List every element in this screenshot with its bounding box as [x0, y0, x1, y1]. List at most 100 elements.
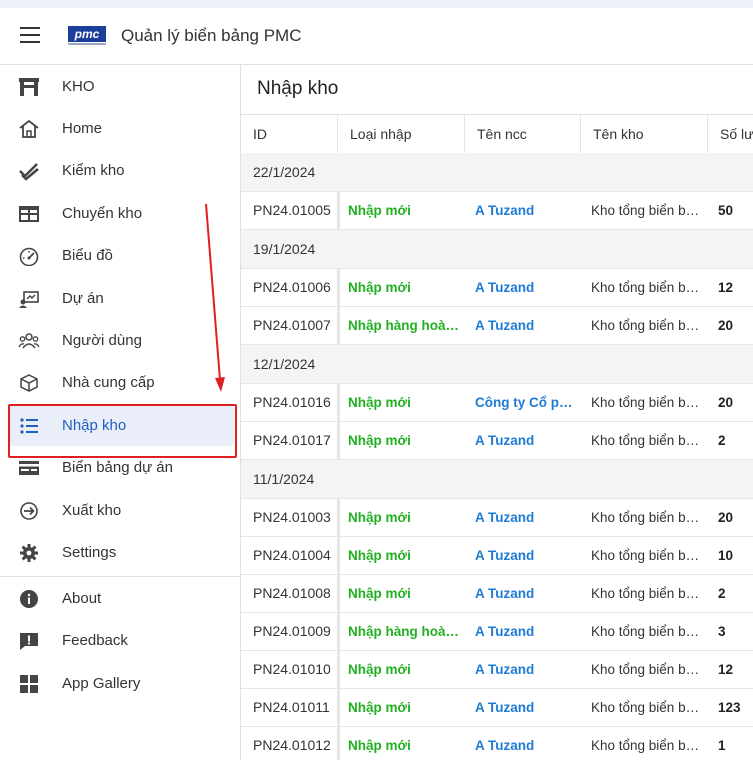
project-icon	[19, 291, 39, 308]
cell-loai-nhap: Nhập mới	[348, 662, 411, 677]
cell-ten-kho: Kho tổng biển bả...	[591, 318, 701, 333]
cell-so-luong: 20	[718, 395, 734, 410]
cell-id: PN24.01016	[253, 394, 331, 410]
table-body: 22/1/2024 PN24.01005 Nhập mới A Tuzand Kho t…	[241, 153, 753, 760]
sidebar-item-label: Home	[62, 120, 103, 137]
sidebar-item-label: Kiểm kho	[62, 162, 125, 179]
list-icon	[20, 418, 38, 434]
table-row[interactable]: PN24.01004 Nhập mới A Tuzand Kho tổng biển …	[241, 537, 753, 575]
info-icon	[20, 590, 38, 608]
sidebar-item-about[interactable]: About	[0, 579, 240, 619]
sidebar-item-app-gallery[interactable]: App Gallery	[0, 664, 240, 704]
column-header-loai-nhap[interactable]: Loại nhập	[337, 115, 464, 153]
cell-ten-ncc: A Tuzand	[475, 624, 535, 639]
cell-so-luong: 2	[718, 586, 726, 601]
cell-loai-nhap: Nhập mới	[348, 203, 411, 218]
cell-loai-nhap: Nhập mới	[348, 548, 411, 563]
sidebar-item-feedback[interactable]: Feedback	[0, 621, 240, 661]
cell-loai-nhap: Nhập hàng hoàn t...	[348, 318, 462, 333]
main-content: Nhập kho ID Loại nhập Tên ncc Tên kho Số…	[241, 65, 753, 760]
sidebar-item-chuyen-kho[interactable]: Chuyển kho	[0, 194, 240, 234]
sidebar-item-xuat-kho[interactable]: Xuất kho	[0, 491, 240, 531]
table-row[interactable]: PN24.01009 Nhập hàng hoàn t... A Tuzand Kho…	[241, 613, 753, 651]
sidebar-item-label: Settings	[62, 544, 117, 561]
cell-ten-kho: Kho tổng biển bả...	[591, 700, 701, 715]
cell-id: PN24.01009	[253, 623, 331, 639]
group-row-date[interactable]: 12/1/2024	[241, 345, 753, 384]
sidebar-item-kiem-kho[interactable]: Kiểm kho	[0, 151, 240, 191]
sidebar-item-bien-bang-du-an[interactable]: Biển bảng dự án	[0, 448, 240, 488]
grid-icon	[20, 675, 38, 693]
cell-so-luong: 123	[718, 700, 741, 715]
cell-id: PN24.01003	[253, 509, 331, 525]
table-row[interactable]: PN24.01008 Nhập mới A Tuzand Kho tổng biển …	[241, 575, 753, 613]
table-row[interactable]: PN24.01003 Nhập mới A Tuzand Kho tổng biển …	[241, 499, 753, 537]
cell-so-luong: 20	[718, 318, 734, 333]
sidebar-item-label: Biển bảng dự án	[62, 459, 173, 476]
column-header-id[interactable]: ID	[241, 115, 337, 153]
cell-loai-nhap: Nhập mới	[348, 738, 411, 753]
cell-loai-nhap: Nhập mới	[348, 280, 411, 295]
cell-loai-nhap: Nhập hàng hoàn t...	[348, 624, 462, 639]
sidebar-item-label: KHO	[62, 78, 95, 95]
sidebar-divider	[0, 576, 240, 577]
sidebar-item-du-an[interactable]: Dự án	[0, 279, 240, 319]
double-check-icon	[19, 163, 39, 181]
cell-ten-ncc: A Tuzand	[475, 318, 535, 333]
gear-icon	[20, 544, 38, 562]
cell-ten-ncc: A Tuzand	[475, 586, 535, 601]
table-row[interactable]: PN24.01012 Nhập mới A Tuzand Kho tổng biển …	[241, 727, 753, 760]
app-title: Quản lý biển bảng PMC	[121, 26, 302, 45]
sidebar-item-label: App Gallery	[62, 675, 141, 692]
sidebar-item-label: Nhà cung cấp	[62, 374, 155, 391]
table-row[interactable]: PN24.01017 Nhập mới A Tuzand Kho tổng biển …	[241, 422, 753, 460]
cell-so-luong: 50	[718, 203, 734, 218]
cell-id: PN24.01007	[253, 317, 331, 333]
warehouse-icon	[19, 78, 39, 96]
gauge-icon	[19, 247, 39, 266]
column-header-ten-kho[interactable]: Tên kho	[580, 115, 707, 153]
group-row-date[interactable]: 22/1/2024	[241, 153, 753, 192]
cell-ten-ncc: A Tuzand	[475, 203, 535, 218]
table-row[interactable]: PN24.01010 Nhập mới A Tuzand Kho tổng biển …	[241, 651, 753, 689]
top-strip	[0, 0, 753, 8]
users-icon	[18, 333, 40, 349]
cell-so-luong: 12	[718, 662, 734, 677]
sidebar-item-nhap-kho[interactable]: Nhập kho	[0, 406, 240, 446]
table-row[interactable]: PN24.01007 Nhập hàng hoàn t... A Tuzand Kho…	[241, 307, 753, 345]
hamburger-menu-icon[interactable]	[20, 27, 40, 43]
box-icon	[20, 374, 38, 392]
cell-ten-kho: Kho tổng biển bả...	[591, 662, 701, 677]
cell-id: PN24.01005	[253, 202, 331, 218]
cell-ten-ncc: A Tuzand	[475, 280, 535, 295]
sidebar-item-settings[interactable]: Settings	[0, 533, 240, 573]
table-icon	[19, 206, 39, 222]
sidebar-item-home[interactable]: Home	[0, 109, 240, 149]
cell-ten-kho: Kho tổng biển bả...	[591, 203, 701, 218]
cell-ten-kho: Kho tổng biển bả...	[591, 433, 701, 448]
sidebar-item-nguoi-dung[interactable]: Người dùng	[0, 321, 240, 361]
cell-id: PN24.01012	[253, 737, 331, 753]
cell-so-luong: 1	[718, 738, 726, 753]
table-row[interactable]: PN24.01006 Nhập mới A Tuzand Kho tổng biển …	[241, 269, 753, 307]
cell-loai-nhap: Nhập mới	[348, 395, 411, 410]
sidebar-item-label: About	[62, 590, 102, 607]
table-row[interactable]: PN24.01011 Nhập mới A Tuzand Kho tổng biển …	[241, 689, 753, 727]
table-header: ID Loại nhập Tên ncc Tên kho Số lượ	[241, 114, 753, 154]
cell-so-luong: 2	[718, 433, 726, 448]
group-row-date[interactable]: 11/1/2024	[241, 460, 753, 499]
cell-id: PN24.01017	[253, 432, 331, 448]
table-row[interactable]: PN24.01016 Nhập mới Công ty Cổ phầ... Kho t…	[241, 384, 753, 422]
cell-so-luong: 12	[718, 280, 734, 295]
group-row-date[interactable]: 19/1/2024	[241, 230, 753, 269]
cell-ten-ncc: A Tuzand	[475, 548, 535, 563]
pmc-logo: pmc	[68, 26, 106, 45]
sidebar-item-kho[interactable]: KHO	[0, 67, 240, 107]
sidebar-item-bieu-do[interactable]: Biểu đồ	[0, 236, 240, 276]
column-header-ten-ncc[interactable]: Tên ncc	[464, 115, 580, 153]
cell-ten-kho: Kho tổng biển bả...	[591, 280, 701, 295]
table-row[interactable]: PN24.01005 Nhập mới A Tuzand Kho tổng biển …	[241, 192, 753, 230]
sidebar-item-nha-cung-cap[interactable]: Nhà cung cấp	[0, 363, 240, 403]
sidebar-item-label: Feedback	[62, 632, 128, 649]
column-header-so-luong[interactable]: Số lượ	[707, 115, 753, 153]
